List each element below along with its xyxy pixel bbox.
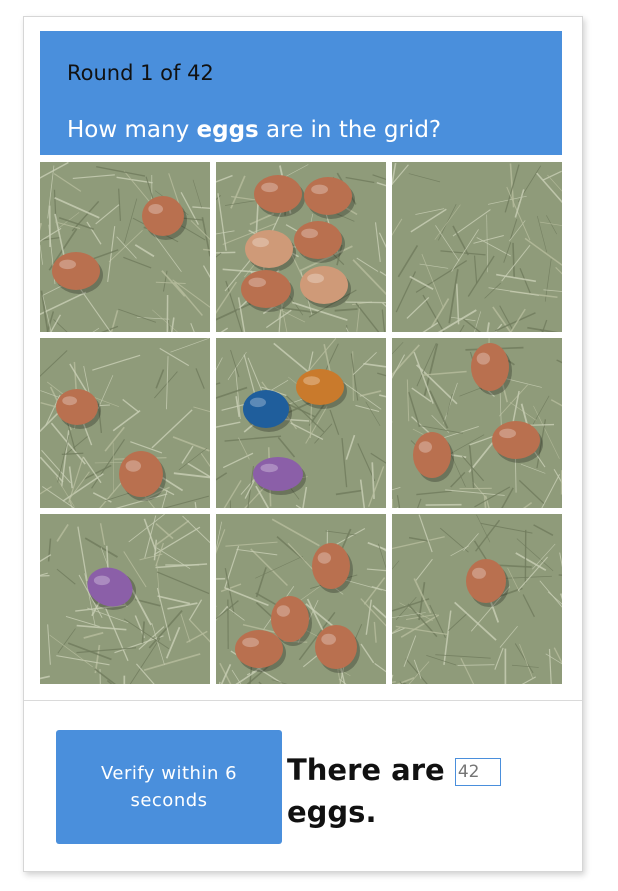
image-grid — [40, 162, 562, 684]
egg — [245, 230, 293, 268]
egg — [119, 451, 163, 497]
egg-highlight — [62, 396, 77, 406]
hay-image — [40, 338, 210, 508]
answer-suffix: eggs. — [287, 795, 377, 829]
egg — [142, 196, 184, 236]
hay-strand — [345, 301, 386, 304]
hay-image — [392, 514, 562, 684]
egg — [296, 369, 344, 405]
egg-highlight — [242, 637, 259, 648]
hay-image — [392, 338, 562, 508]
egg — [300, 266, 348, 304]
egg-highlight — [93, 575, 110, 586]
captcha-question: How many eggs are in the grid? — [67, 117, 441, 143]
hay-strand — [216, 577, 226, 580]
egg-highlight — [472, 567, 486, 579]
hay-image — [216, 514, 386, 684]
egg — [254, 175, 302, 213]
egg-highlight — [317, 552, 331, 564]
egg-highlight — [261, 182, 278, 193]
egg-highlight — [252, 237, 269, 248]
egg — [241, 270, 291, 308]
egg — [315, 625, 357, 669]
hay-image — [40, 514, 210, 684]
hay-strand — [352, 351, 354, 401]
egg-highlight — [476, 352, 490, 365]
egg-highlight — [125, 460, 141, 472]
egg — [271, 596, 309, 642]
egg — [471, 343, 509, 391]
grid-tile-5[interactable] — [216, 338, 386, 508]
egg — [294, 221, 342, 259]
egg — [52, 252, 100, 290]
egg-highlight — [301, 228, 318, 239]
egg-highlight — [248, 277, 266, 288]
captcha-card: Round 1 of 42 How many eggs are in the g… — [23, 16, 583, 872]
egg — [253, 457, 303, 491]
hay-image — [40, 162, 210, 332]
egg-highlight — [499, 428, 516, 439]
egg-highlight — [418, 441, 432, 453]
egg — [492, 421, 540, 459]
answer-prefix: There are — [287, 753, 445, 787]
grid-tile-6[interactable] — [392, 338, 562, 508]
egg-highlight — [307, 273, 324, 284]
egg — [304, 177, 352, 215]
grid-tile-7[interactable] — [40, 514, 210, 684]
grid-tile-4[interactable] — [40, 338, 210, 508]
question-target-word: eggs — [196, 117, 259, 143]
egg-highlight — [321, 633, 336, 645]
egg — [413, 432, 451, 478]
egg-highlight — [59, 259, 76, 270]
hay-image — [392, 162, 562, 332]
egg-highlight — [276, 605, 290, 617]
footer-divider — [24, 700, 582, 701]
hay-image — [216, 338, 386, 508]
egg-highlight — [311, 184, 328, 195]
egg-highlight — [303, 376, 320, 386]
egg — [56, 389, 98, 425]
egg — [312, 543, 350, 589]
grid-tile-2[interactable] — [216, 162, 386, 332]
round-indicator: Round 1 of 42 — [67, 61, 214, 85]
grid-tile-3[interactable] — [392, 162, 562, 332]
egg — [243, 390, 289, 428]
grid-tile-9[interactable] — [392, 514, 562, 684]
captcha-header: Round 1 of 42 How many eggs are in the g… — [40, 31, 562, 155]
answer-sentence: There are eggs. — [287, 749, 547, 833]
verify-button[interactable]: Verify within 6 seconds — [56, 730, 282, 844]
egg-highlight — [249, 397, 266, 408]
egg — [466, 559, 506, 603]
question-prefix: How many — [67, 117, 197, 143]
hay-strand — [529, 423, 555, 426]
egg-count-input[interactable] — [454, 758, 501, 786]
question-suffix: are in the grid? — [258, 117, 442, 143]
grid-tile-1[interactable] — [40, 162, 210, 332]
egg-highlight — [148, 204, 163, 214]
egg-highlight — [260, 463, 278, 473]
grid-tile-8[interactable] — [216, 514, 386, 684]
hay-image — [216, 162, 386, 332]
egg — [235, 630, 283, 668]
